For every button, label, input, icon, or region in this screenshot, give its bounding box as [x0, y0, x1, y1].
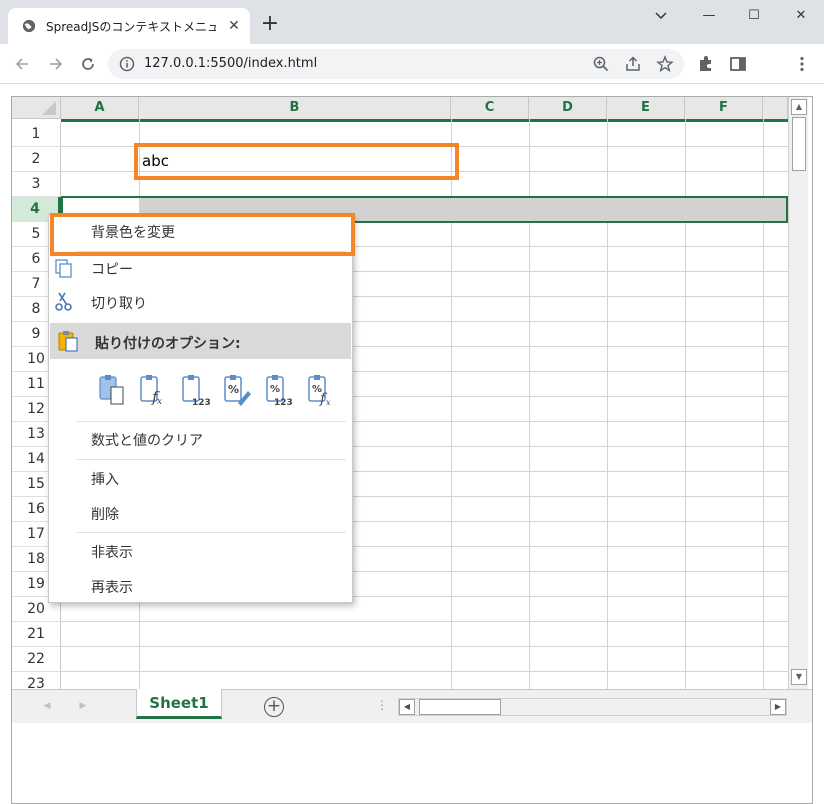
scroll-down-icon[interactable]: ▼ — [791, 669, 807, 685]
sheet-tab-sheet1[interactable]: Sheet1 — [136, 689, 222, 719]
column-header-selection-bar — [61, 119, 788, 122]
extensions-puzzle-icon[interactable] — [696, 54, 716, 74]
paste-formatting-icon[interactable]: % — [222, 373, 254, 407]
minimize-button[interactable]: — — [694, 6, 724, 26]
window-close-button[interactable]: ✕ — [786, 6, 816, 26]
menu-item-hide[interactable]: 非表示 — [49, 535, 352, 567]
context-menu: 背景色を変更 コピー 切り取り 貼り付けのオプション: f x 123 % % … — [48, 214, 353, 603]
horizontal-scroll-thumb[interactable] — [419, 699, 501, 715]
back-arrow-icon[interactable] — [10, 52, 34, 76]
maximize-button[interactable]: ☐ — [739, 6, 769, 26]
menu-separator — [76, 532, 346, 533]
svg-text:%: % — [228, 383, 239, 396]
menu-item-cut[interactable]: 切り取り — [49, 286, 352, 318]
sheet-tab-bar: ◀ ▶ Sheet1 + ⋮ ◀ ▶ — [12, 689, 812, 723]
reload-icon[interactable] — [76, 52, 100, 76]
scroll-up-icon[interactable]: ▲ — [791, 99, 807, 115]
paste-formulas-icon[interactable]: f x — [138, 373, 170, 407]
paste-all-icon[interactable] — [97, 373, 129, 407]
scroll-left-icon[interactable]: ◀ — [399, 699, 415, 715]
paste-values-icon[interactable]: 123 — [180, 373, 212, 407]
forward-arrow-icon[interactable] — [44, 52, 68, 76]
side-panel-icon[interactable] — [728, 54, 748, 74]
paste-clipboard-icon — [58, 331, 78, 352]
row-header-1[interactable]: 1 — [12, 122, 61, 147]
copy-icon — [55, 259, 72, 278]
column-header-b[interactable]: B — [139, 97, 451, 119]
menu-label: 切り取り — [91, 296, 147, 312]
zoom-icon[interactable] — [592, 55, 610, 73]
globe-icon — [22, 19, 36, 33]
svg-text:123: 123 — [192, 398, 211, 407]
gridline — [61, 646, 788, 647]
menu-label: 挿入 — [91, 472, 119, 488]
add-sheet-icon[interactable]: + — [264, 697, 284, 717]
paste-options-label: 貼り付けのオプション: — [95, 336, 241, 352]
menu-separator — [76, 459, 346, 460]
paste-values-formatting-icon[interactable]: % 123 — [264, 373, 296, 407]
browser-tabstrip: SpreadJSのコンテキストメニューのカスタ ✕ + — ☐ ✕ — [0, 0, 824, 44]
row-header-22[interactable]: 22 — [12, 647, 61, 672]
tab-splitter-icon[interactable]: ⋮ — [376, 698, 388, 712]
svg-text:x: x — [157, 397, 162, 407]
menu-item-copy[interactable]: コピー — [49, 252, 352, 284]
browser-toolbar: 127.0.0.1:5500/index.html — [0, 44, 824, 84]
column-header-c[interactable]: C — [451, 97, 529, 119]
more-menu-icon[interactable] — [792, 54, 812, 74]
gridline — [61, 671, 788, 672]
row-header-2[interactable]: 2 — [12, 147, 61, 172]
gridline — [61, 621, 788, 622]
vertical-scroll-thumb[interactable] — [792, 117, 806, 171]
bookmark-star-icon[interactable] — [656, 55, 674, 73]
vertical-scrollbar[interactable]: ▲ ▼ — [788, 97, 808, 689]
new-tab-button[interactable]: + — [258, 12, 282, 36]
menu-label: 削除 — [91, 507, 119, 523]
scissors-icon — [55, 292, 72, 311]
column-header-e[interactable]: E — [607, 97, 685, 119]
close-tab-icon[interactable]: ✕ — [224, 16, 244, 36]
column-header-d[interactable]: D — [529, 97, 607, 119]
address-bar[interactable]: 127.0.0.1:5500/index.html — [108, 49, 684, 79]
info-icon[interactable] — [118, 55, 136, 73]
menu-label: 再表示 — [91, 580, 133, 596]
menu-item-unhide[interactable]: 再表示 — [49, 570, 352, 602]
svg-text:123: 123 — [274, 398, 293, 407]
chevron-down-icon[interactable] — [646, 6, 676, 26]
svg-text:x: x — [326, 398, 331, 407]
cell-b2-highlight — [134, 143, 459, 180]
menu-item-highlight — [50, 213, 355, 256]
share-icon[interactable] — [624, 55, 642, 73]
column-header-a[interactable]: A — [61, 97, 139, 119]
tab-title: SpreadJSのコンテキストメニューのカスタ — [46, 20, 216, 34]
scroll-right-icon[interactable]: ▶ — [770, 699, 786, 715]
menu-item-delete[interactable]: 削除 — [49, 497, 352, 529]
select-all-corner[interactable] — [12, 97, 61, 119]
paste-options-header: 貼り付けのオプション: — [50, 323, 351, 359]
menu-label: コピー — [91, 262, 133, 278]
menu-label: 数式と値のクリア — [91, 433, 203, 449]
menu-item-clear-contents[interactable]: 数式と値のクリア — [49, 423, 352, 455]
row-header-3[interactable]: 3 — [12, 172, 61, 197]
browser-tab[interactable]: SpreadJSのコンテキストメニューのカスタ ✕ — [8, 8, 250, 44]
tab-prev-icon[interactable]: ◀ — [40, 698, 54, 714]
row-header-21[interactable]: 21 — [12, 622, 61, 647]
menu-item-insert[interactable]: 挿入 — [49, 462, 352, 494]
menu-separator — [76, 421, 346, 422]
tab-next-icon[interactable]: ▶ — [76, 698, 90, 714]
column-header-f[interactable]: F — [685, 97, 763, 119]
horizontal-scrollbar[interactable]: ◀ ▶ — [398, 698, 787, 716]
url-text: 127.0.0.1:5500/index.html — [144, 56, 318, 71]
paste-formulas-formatting-icon[interactable]: % f x — [306, 373, 338, 407]
svg-text:%: % — [270, 384, 280, 395]
column-header-g-partial[interactable] — [763, 97, 788, 119]
menu-label: 非表示 — [91, 545, 133, 561]
